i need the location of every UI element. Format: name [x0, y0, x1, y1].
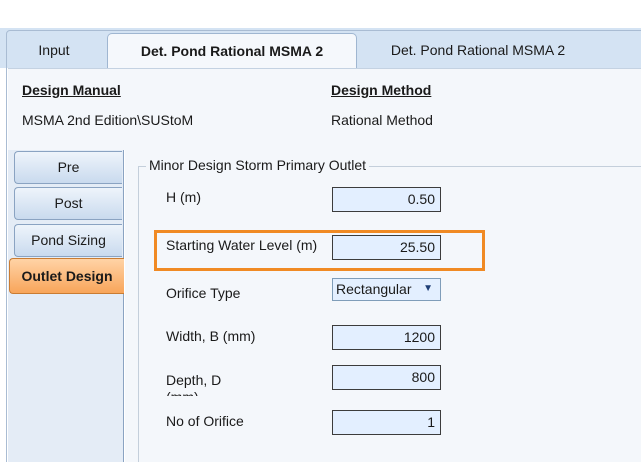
- orifice-type-value: Rectangular: [336, 281, 412, 297]
- design-header: [8, 68, 641, 150]
- depth-label: Depth, D (mm): [166, 372, 222, 396]
- design-method-value: Rational Method: [331, 112, 433, 128]
- design-manual-value: MSMA 2nd Edition\SUStoM: [22, 112, 194, 128]
- orifice-type-select[interactable]: Rectangular ▼: [332, 278, 441, 301]
- h-label: H (m): [166, 189, 201, 205]
- width-label: Width, B (mm): [166, 328, 256, 344]
- orifice-type-label: Orifice Type: [166, 285, 241, 301]
- tab-det-pond-rational-2[interactable]: Det. Pond Rational MSMA 2: [372, 35, 584, 66]
- side-tab-pre[interactable]: Pre: [14, 151, 122, 184]
- highlight-box: [154, 230, 485, 271]
- width-input[interactable]: 1200: [332, 325, 441, 350]
- side-tab-pond-sizing[interactable]: Pond Sizing: [14, 224, 122, 257]
- tab-det-pond-rational-active[interactable]: Det. Pond Rational MSMA 2: [107, 33, 357, 68]
- tab-input[interactable]: Input: [16, 35, 92, 66]
- design-manual-label: Design Manual: [22, 82, 121, 98]
- depth-input[interactable]: 800: [332, 365, 441, 390]
- dropdown-arrow-icon[interactable]: ▼: [423, 283, 433, 294]
- title-strip: [0, 0, 641, 28]
- design-method-label: Design Method: [331, 82, 432, 98]
- group-title: Minor Design Storm Primary Outlet: [146, 157, 370, 173]
- side-tab-outlet-design[interactable]: Outlet Design: [9, 258, 124, 294]
- side-tab-post[interactable]: Post: [14, 187, 122, 220]
- no-of-orifice-input[interactable]: 1: [332, 410, 441, 435]
- h-input[interactable]: 0.50: [332, 187, 441, 212]
- no-of-orifice-label: No of Orifice: [166, 413, 244, 429]
